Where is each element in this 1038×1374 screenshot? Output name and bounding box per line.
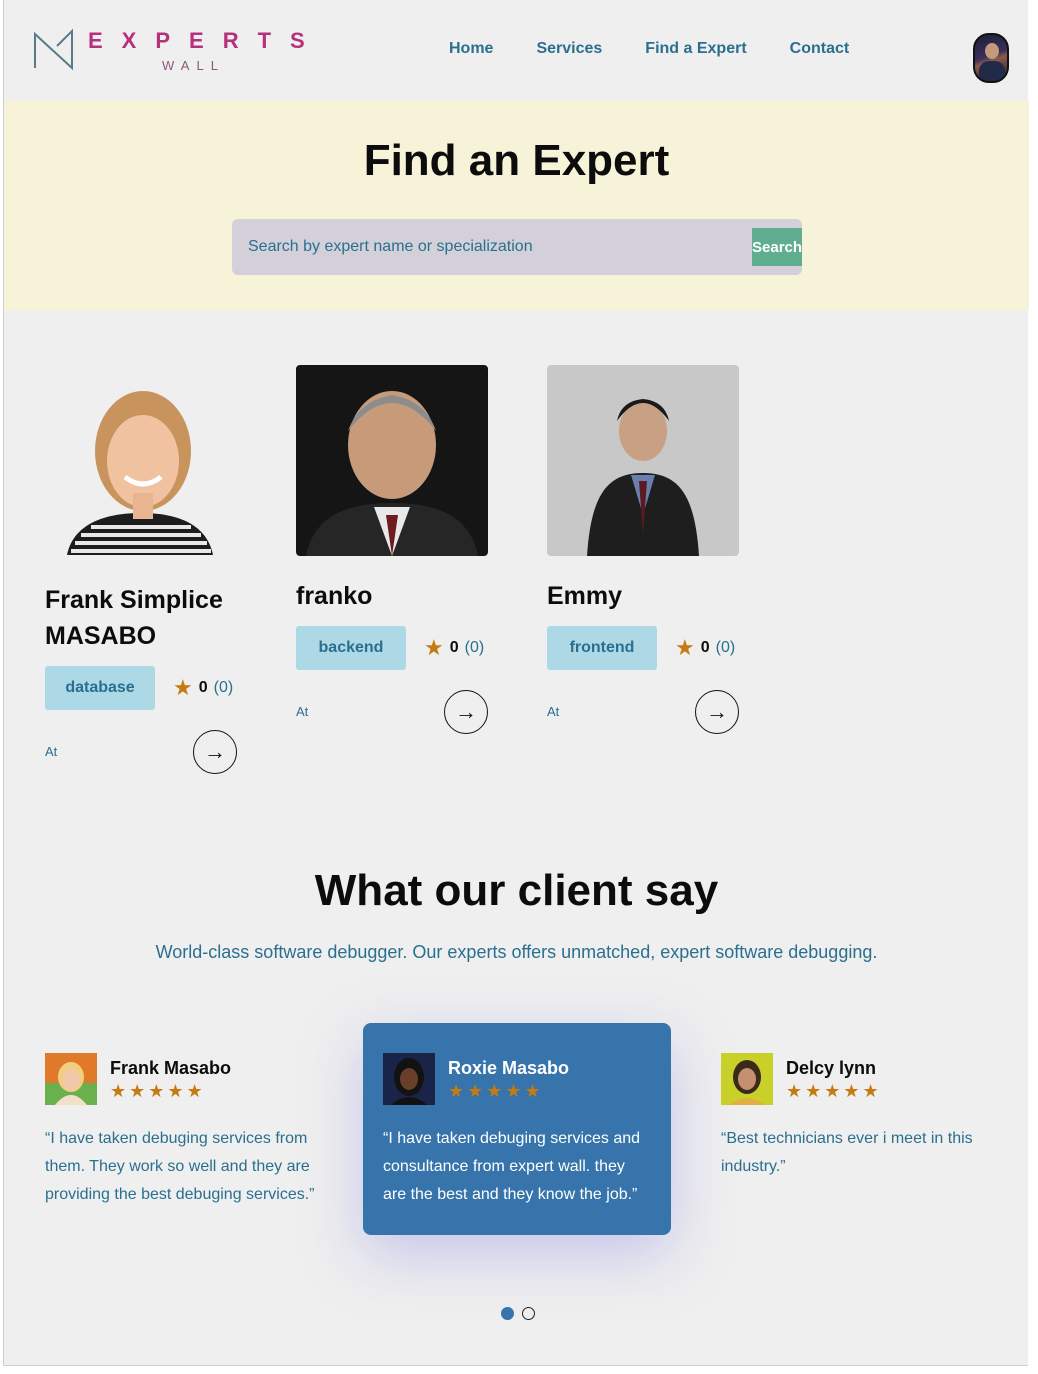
brand-name-bottom: WALL: [162, 58, 225, 73]
expert-footer: At →: [296, 690, 488, 734]
reviewer-avatar: [383, 1053, 435, 1105]
rating-count: (0): [464, 639, 485, 656]
carousel-pagination: [501, 1307, 535, 1320]
rating-value: 0: [700, 639, 710, 656]
review-header: Frank Masabo ★★★★★: [45, 1053, 317, 1105]
rating-value: 0: [198, 679, 208, 696]
testimonials-title: What our client say: [314, 866, 719, 915]
star-icon: ★: [424, 635, 444, 660]
expert-rating: ★ 0 (0): [675, 635, 735, 661]
expert-rating: ★ 0 (0): [173, 675, 233, 701]
nav-contact[interactable]: Contact: [790, 40, 850, 58]
testimonial-card: Frank Masabo ★★★★★ “I have taken debugin…: [45, 1053, 317, 1209]
testimonial-card-active: Roxie Masabo ★★★★★ “I have taken debugin…: [363, 1023, 671, 1235]
review-stars: ★★★★★: [448, 1081, 544, 1101]
page: EXPERTS WALL Home Services Find a Expert…: [3, 0, 1029, 1366]
arrow-right-icon: →: [706, 699, 728, 724]
arrow-right-icon: →: [455, 699, 477, 724]
search-input[interactable]: [248, 233, 748, 261]
star-icon: ★: [173, 675, 193, 700]
review-header: Delcy lynn ★★★★★: [721, 1053, 993, 1105]
brand-logo[interactable]: EXPERTS WALL: [32, 26, 312, 74]
reviewer-name: Delcy lynn: [786, 1058, 877, 1078]
expert-photo: [547, 365, 739, 556]
search-button[interactable]: Search: [752, 228, 802, 266]
expert-photo: [45, 365, 237, 556]
expert-card[interactable]: Frank Simplice MASABO database ★ 0 (0) A…: [45, 365, 237, 774]
view-expert-button[interactable]: →: [444, 690, 488, 734]
rating-count: (0): [715, 639, 736, 656]
review-stars: ★★★★★: [110, 1081, 206, 1101]
expert-company: At: [296, 704, 309, 719]
expert-company: At: [547, 704, 560, 719]
expert-card[interactable]: franko backend ★ 0 (0) At →: [296, 365, 488, 734]
site-header: EXPERTS WALL Home Services Find a Expert…: [4, 0, 1029, 100]
reviewer-avatar: [45, 1053, 97, 1105]
nav-home[interactable]: Home: [449, 40, 493, 58]
expert-card[interactable]: Emmy frontend ★ 0 (0) At →: [547, 365, 739, 734]
expert-company: At: [45, 744, 58, 759]
expert-name: Emmy: [547, 582, 623, 610]
star-icon: ★: [675, 635, 695, 660]
expert-name: Frank Simplice MASABO: [45, 586, 223, 650]
expert-photo: [296, 365, 488, 556]
expert-rating: ★ 0 (0): [424, 635, 484, 661]
rating-value: 0: [449, 639, 459, 656]
nav-services[interactable]: Services: [536, 40, 602, 58]
page-title: Find an Expert: [363, 136, 670, 185]
expert-footer: At →: [45, 730, 237, 774]
user-avatar[interactable]: [973, 33, 1009, 83]
nav-find-expert[interactable]: Find a Expert: [645, 40, 746, 58]
reviewer-name: Roxie Masabo: [448, 1058, 570, 1078]
arrow-right-icon: →: [204, 739, 226, 764]
experts-wall-logo-icon: [34, 28, 73, 70]
carousel-dot-1[interactable]: [501, 1307, 514, 1320]
review-text: “I have taken debuging services from the…: [45, 1130, 315, 1203]
expert-meta: frontend ★ 0 (0): [547, 626, 739, 670]
rating-count: (0): [213, 679, 234, 696]
review-header: Roxie Masabo ★★★★★: [383, 1053, 651, 1105]
testimonials-subtitle: World-class software debugger. Our exper…: [155, 942, 878, 962]
avatar-head: [985, 43, 999, 59]
review-text: “I have taken debuging services and cons…: [383, 1130, 641, 1203]
expert-footer: At →: [547, 690, 739, 734]
testimonial-card: Delcy lynn ★★★★★ “Best technicians ever …: [721, 1053, 993, 1181]
expert-name: franko: [296, 582, 373, 610]
hero-section: Find an Expert Search: [4, 100, 1029, 310]
carousel-dot-2[interactable]: [522, 1307, 535, 1320]
expert-meta: database ★ 0 (0): [45, 666, 237, 710]
specialization-tag[interactable]: backend: [296, 626, 406, 670]
main-nav: Home Services Find a Expert Contact: [449, 40, 849, 58]
view-expert-button[interactable]: →: [193, 730, 237, 774]
specialization-tag[interactable]: frontend: [547, 626, 657, 670]
avatar-body: [979, 61, 1005, 81]
view-expert-button[interactable]: →: [695, 690, 739, 734]
reviewer-avatar: [721, 1053, 773, 1105]
review-text: “Best technicians ever i meet in this in…: [721, 1130, 973, 1175]
expert-meta: backend ★ 0 (0): [296, 626, 488, 670]
review-stars: ★★★★★: [786, 1081, 882, 1101]
search-bar: Search: [232, 219, 802, 275]
brand-name-top: EXPERTS: [88, 28, 324, 53]
reviewer-name: Frank Masabo: [110, 1058, 232, 1078]
specialization-tag[interactable]: database: [45, 666, 155, 710]
